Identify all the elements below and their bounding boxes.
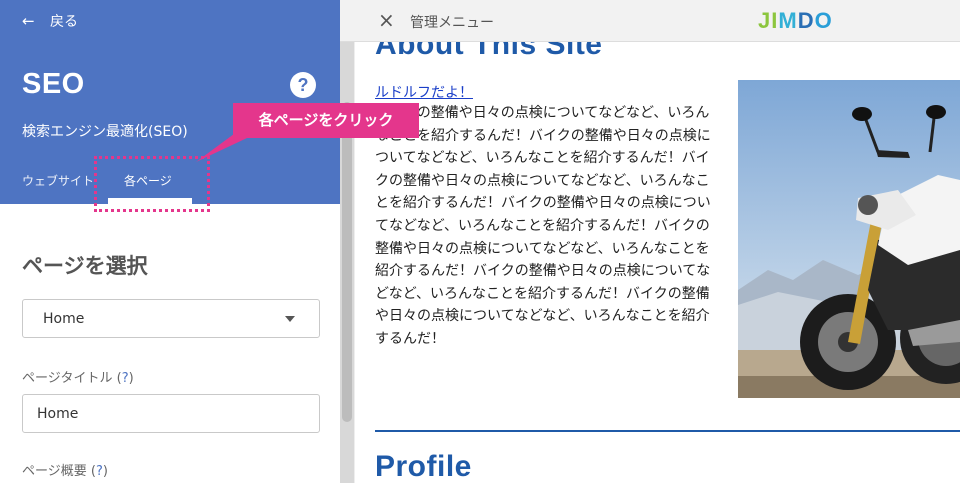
close-icon[interactable]: ×: [378, 8, 395, 32]
chevron-down-icon: [285, 316, 295, 322]
about-body-text: バイクの整備や日々の点検についてなどなど、いろんなことを紹介するんだ！バイクの整…: [375, 105, 711, 347]
rudolf-link[interactable]: ルドルフだよ！: [375, 82, 473, 102]
page-summary-label: ページ概要 (?): [22, 464, 108, 479]
page-select-value: Home: [43, 310, 85, 327]
back-button[interactable]: ← 戻る: [22, 10, 78, 32]
jimdo-logo: JIMDO: [758, 8, 833, 33]
motorcycle-image: [738, 80, 960, 398]
site-preview-area: × 管理メニュー JIMDO About This Site ルドルフだよ！ バ…: [340, 0, 960, 483]
panel-title: SEO: [22, 68, 85, 100]
site-preview: About This Site ルドルフだよ！ バイクの整備や日々の点検について…: [355, 42, 960, 483]
section-divider: [375, 430, 960, 432]
tab-website[interactable]: ウェブサイト: [22, 172, 94, 189]
page-title-input[interactable]: Home: [22, 394, 320, 433]
about-heading: About This Site: [375, 42, 603, 61]
help-icon[interactable]: ?: [290, 72, 316, 98]
motorcycle-photo: [738, 80, 960, 398]
section-title: ページを選択: [22, 254, 148, 278]
back-label: 戻る: [50, 14, 78, 30]
page-title-help-icon[interactable]: ?: [122, 371, 129, 386]
panel-subtitle: 検索エンジン最適化(SEO): [22, 124, 188, 140]
seo-panel: ← 戻る SEO ? 検索エンジン最適化(SEO) ウェブサイト 各ページ ペー…: [0, 0, 340, 483]
page-title-label: ページタイトル (?): [22, 371, 134, 386]
admin-menu-title: 管理メニュー: [410, 15, 494, 31]
callout-label: 各ページをクリック: [233, 103, 419, 138]
admin-topbar: × 管理メニュー JIMDO: [340, 0, 960, 42]
back-arrow-icon: ←: [22, 12, 35, 30]
page-title-value: Home: [37, 405, 79, 422]
profile-heading: Profile: [375, 450, 472, 483]
tab-highlight-box: [94, 156, 210, 212]
page-summary-help-icon[interactable]: ?: [96, 464, 103, 479]
scrollbar-thumb[interactable]: [342, 102, 352, 422]
page-select[interactable]: Home: [22, 299, 320, 338]
